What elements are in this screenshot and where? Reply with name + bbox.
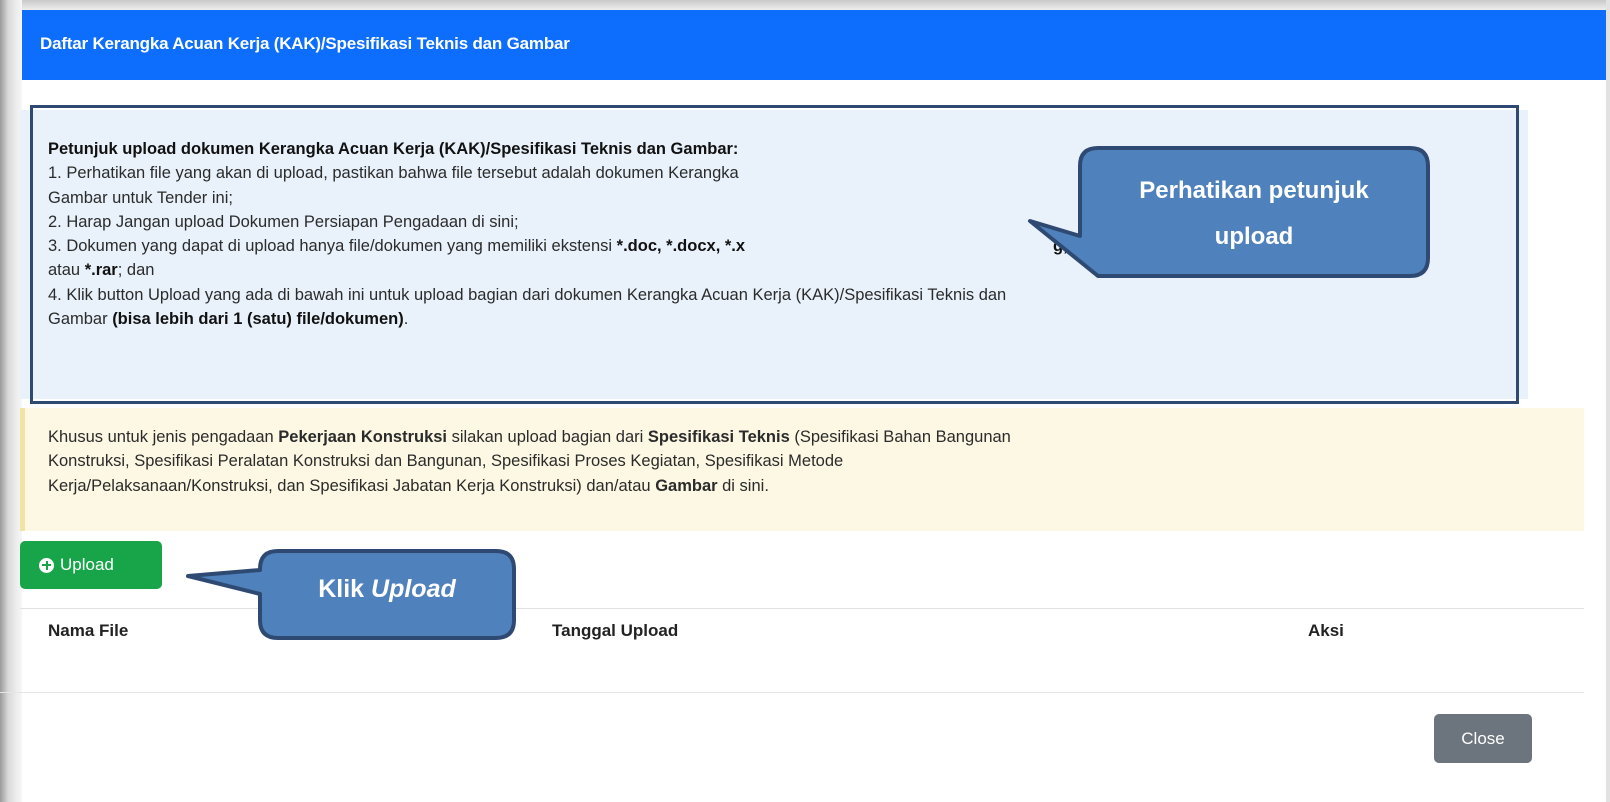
plus-circle-icon xyxy=(39,557,54,573)
dialog-header: Daftar Kerangka Acuan Kerja (KAK)/Spesif… xyxy=(22,10,1606,80)
column-header-tanggal-upload[interactable]: Tanggal Upload xyxy=(552,621,678,641)
upload-callout: Klik Upload xyxy=(260,575,514,604)
upload-button[interactable]: Upload xyxy=(20,541,162,589)
instructions-callout-line-1: Perhatikan petunjuk xyxy=(1139,177,1369,204)
instructions-callout-line-2: upload xyxy=(1214,223,1294,250)
window-frame-left xyxy=(0,0,22,802)
instructions-callout: Perhatikan petunjuk upload xyxy=(1080,168,1428,260)
notice-line-1: Khusus untuk jenis pengadaan Pekerjaan K… xyxy=(48,428,1011,446)
dialog-footer-divider xyxy=(0,692,1584,693)
table-top-border xyxy=(20,608,1584,609)
notice-line-2: Konstruksi, Spesifikasi Peralatan Konstr… xyxy=(48,452,844,471)
window-frame-top xyxy=(0,0,1610,10)
close-button[interactable]: Close xyxy=(1434,714,1532,763)
upload-callout-prefix: Klik xyxy=(318,575,372,603)
column-header-aksi: Aksi xyxy=(1308,621,1344,640)
dialog-title: Daftar Kerangka Acuan Kerja (KAK)/Spesif… xyxy=(40,34,570,53)
construction-notice-text: Khusus untuk jenis pengadaan Pekerjaan K… xyxy=(48,425,1011,498)
notice-line-3: Kerja/Pelaksanaan/Konstruksi, dan Spesif… xyxy=(48,476,769,495)
column-header-nama-file[interactable]: Nama File xyxy=(48,621,128,641)
window-frame-right xyxy=(1606,0,1610,802)
upload-callout-emphasis: Upload xyxy=(371,575,456,603)
upload-button-label: Upload xyxy=(60,555,114,574)
